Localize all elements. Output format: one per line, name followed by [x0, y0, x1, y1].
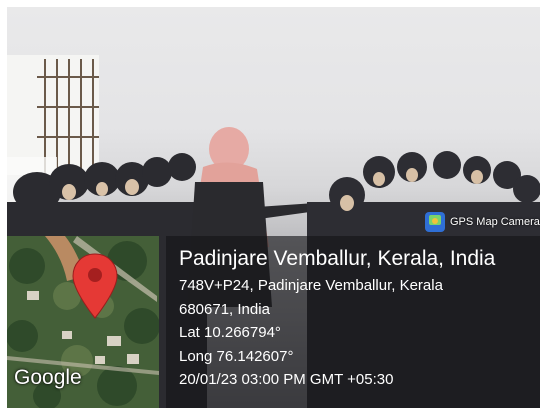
gps-map-camera-badge: GPS Map Camera — [425, 211, 540, 233]
location-title: Padinjare Vemballur, Kerala, India — [179, 247, 496, 270]
timestamp: 20/01/23 03:00 PM GMT +05:30 — [179, 371, 394, 388]
address-line-2: 680671, India — [179, 300, 270, 318]
latitude: Lat 10.266794° — [179, 324, 281, 341]
google-logo: Google — [14, 366, 82, 389]
address-line-1: 748V+P24, Padinjare Vemballur, Kerala — [179, 277, 443, 294]
longitude: Long 76.142607° — [179, 347, 294, 365]
badge-label: GPS Map Camera — [450, 216, 540, 228]
gps-map-camera-icon — [425, 212, 445, 232]
location-info: Padinjare Vemballur, Kerala, India 748V+… — [179, 244, 495, 392]
